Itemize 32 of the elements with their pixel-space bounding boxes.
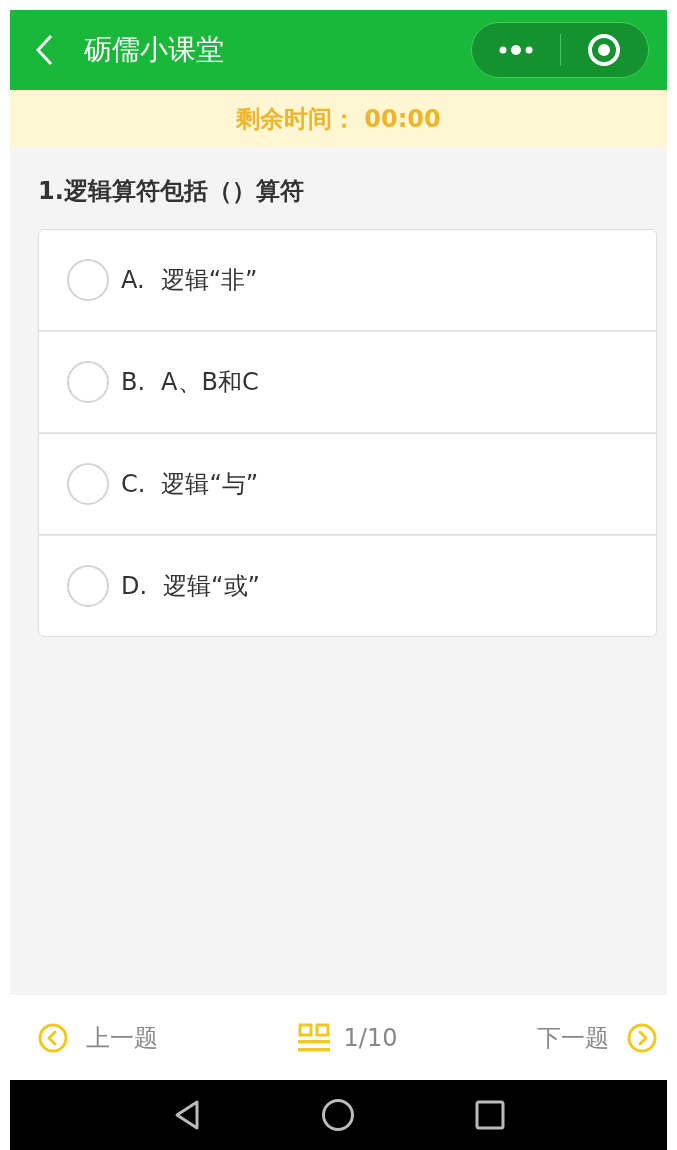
option-letter: A. bbox=[121, 266, 145, 294]
previous-button[interactable]: 上一题 bbox=[38, 1021, 158, 1054]
option-text: 逻辑“或” bbox=[163, 571, 260, 602]
timer-label: 剩余时间： bbox=[236, 103, 357, 135]
option-row[interactable]: B. A、B和C bbox=[39, 330, 656, 432]
chevron-right-icon bbox=[627, 1022, 657, 1053]
option-text: A、B和C bbox=[161, 367, 259, 398]
option-text: 逻辑“非” bbox=[160, 265, 258, 296]
home-nav-button[interactable] bbox=[320, 1098, 355, 1132]
radio-button[interactable] bbox=[67, 259, 109, 301]
option-row[interactable]: C. 逻辑“与” bbox=[39, 432, 656, 534]
recents-nav-button[interactable] bbox=[474, 1100, 505, 1130]
target-icon bbox=[587, 33, 622, 67]
page-title: 砺儒小课堂 bbox=[84, 32, 225, 68]
more-icon bbox=[497, 45, 534, 55]
option-letter: C. bbox=[121, 470, 146, 498]
square-icon bbox=[474, 1100, 505, 1130]
circle-icon bbox=[320, 1098, 355, 1132]
question-title: 1.逻辑算符包括（）算符 bbox=[37, 176, 305, 207]
radio-button[interactable] bbox=[67, 361, 109, 403]
option-row[interactable]: D. 逻辑“或” bbox=[39, 534, 656, 636]
radio-button[interactable] bbox=[67, 463, 109, 505]
option-letter: D. bbox=[121, 572, 148, 600]
option-row[interactable]: A. 逻辑“非” bbox=[39, 230, 656, 330]
radio-button[interactable] bbox=[67, 565, 109, 607]
chevron-left-icon bbox=[38, 1022, 68, 1053]
back-icon bbox=[34, 33, 54, 67]
timer-value: 00:00 bbox=[364, 104, 441, 133]
grid-list-icon[interactable] bbox=[297, 1022, 330, 1053]
option-text: 逻辑“与” bbox=[161, 469, 259, 500]
next-button[interactable]: 下一题 bbox=[537, 1021, 657, 1054]
option-letter: B. bbox=[121, 368, 146, 396]
